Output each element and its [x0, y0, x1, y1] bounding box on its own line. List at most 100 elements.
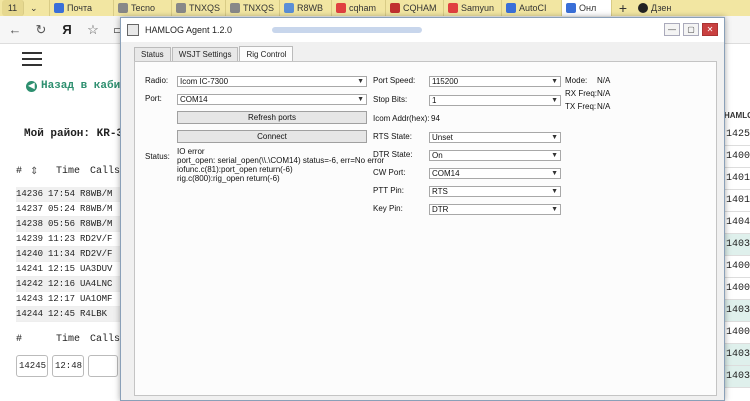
browser-tab-9[interactable]: Онл	[562, 0, 612, 16]
dropdown-arrow-icon: ▼	[551, 170, 558, 177]
new-tab-button[interactable]: +	[612, 0, 634, 16]
table-row[interactable]: 14244 12:45 R4LBK	[16, 307, 126, 322]
site-icon	[284, 3, 294, 13]
list-item[interactable]: 1400	[724, 322, 750, 344]
list-item[interactable]: 1400	[724, 256, 750, 278]
tx-freq-label: TX Freq:	[565, 102, 597, 111]
browser-tab-5[interactable]: cqham	[332, 0, 386, 16]
browser-tab-0[interactable]: Почта	[50, 0, 114, 16]
browser-tab-4[interactable]: R8WB	[280, 0, 332, 16]
browser-tab-bar: 11 ⌄ Почта Tecno TNXQS TNXQS R8WB cqham …	[0, 0, 750, 16]
list-item[interactable]: 1403	[724, 366, 750, 388]
site-icon	[230, 3, 240, 13]
connect-button[interactable]: Connect	[177, 130, 367, 143]
browser-tab-10[interactable]: Дзен	[634, 0, 678, 16]
list-item[interactable]: 1425	[724, 124, 750, 146]
ptt-pin-label: PTT Pin:	[373, 186, 404, 195]
qso-callsign-input[interactable]	[88, 355, 118, 377]
yandex-icon	[448, 3, 458, 13]
table-row[interactable]: 14237 05:24 R8WB/M	[16, 202, 126, 217]
table-row[interactable]: 14236 17:54 R8WB/M	[16, 187, 126, 202]
minimize-icon[interactable]: —	[664, 23, 680, 36]
refresh-ports-button[interactable]: Refresh ports	[177, 111, 367, 124]
right-log-column: HAMLOG 1425 1400 1401 1401 1404 1403 140…	[724, 106, 750, 388]
list-item[interactable]: 1403	[724, 234, 750, 256]
window-titlebar[interactable]: HAMLOG Agent 1.2.0 — ▢ ✕	[121, 18, 724, 42]
stop-bits-select[interactable]: 1 ▼	[429, 95, 561, 106]
table-row[interactable]: 14239 11:23 RD2V/F	[16, 232, 126, 247]
star-icon[interactable]: ☆	[82, 19, 104, 41]
mode-value: N/A	[597, 76, 611, 85]
maximize-icon[interactable]: ▢	[683, 23, 699, 36]
radio-select[interactable]: Icom IC-7300 ▼	[177, 76, 367, 87]
browser-tab-3[interactable]: TNXQS	[226, 0, 280, 16]
cw-port-select[interactable]: COM14 ▼	[429, 168, 561, 179]
hamburger-menu-icon[interactable]	[22, 48, 42, 70]
cw-port-label: CW Port:	[373, 168, 406, 177]
tab-status[interactable]: Status	[134, 47, 171, 61]
tab-wsjt-settings[interactable]: WSJT Settings	[171, 47, 239, 61]
browser-tab-7[interactable]: Samyun	[444, 0, 502, 16]
list-item[interactable]: 1401	[724, 168, 750, 190]
status-label: Status:	[145, 152, 170, 161]
table-row[interactable]: 14238 05:56 R8WB/M	[16, 217, 126, 232]
back-arrow-icon[interactable]: ←	[4, 19, 26, 41]
dtr-state-select[interactable]: On ▼	[429, 150, 561, 161]
yandex-logo-icon[interactable]: Я	[56, 19, 78, 41]
port-select[interactable]: COM14 ▼	[177, 94, 367, 105]
mode-label: Mode:	[565, 76, 588, 85]
qso-number-input[interactable]: 14245	[16, 355, 48, 377]
settings-tabs: Status WSJT Settings Rig Control	[134, 46, 294, 61]
sort-icon[interactable]: ⇕	[30, 166, 56, 178]
dropdown-arrow-icon: ▼	[551, 206, 558, 213]
list-item[interactable]: 1403	[724, 300, 750, 322]
tab-chevron[interactable]: ⌄	[26, 0, 50, 16]
rts-state-select[interactable]: Unset ▼	[429, 132, 561, 143]
blurred-subtitle	[272, 27, 423, 33]
table-row[interactable]: 14243 12:17 UA1OMF	[16, 292, 126, 307]
table-row[interactable]: 14240 11:34 RD2V/F	[16, 247, 126, 262]
ptt-pin-select[interactable]: RTS ▼	[429, 186, 561, 197]
icom-addr-input[interactable]: 94	[429, 114, 561, 125]
list-item[interactable]: 1403	[724, 344, 750, 366]
key-pin-label: Key Pin:	[373, 204, 403, 213]
list-item[interactable]: 1400	[724, 146, 750, 168]
dtr-state-label: DTR State:	[373, 150, 413, 159]
hamlog-agent-window: HAMLOG Agent 1.2.0 — ▢ ✕ Status WSJT Set…	[120, 17, 725, 401]
app-icon	[127, 24, 139, 36]
status-line-1: port_open: serial_open(\\.\COM14) status…	[177, 156, 385, 165]
browser-tab-6[interactable]: CQHAM	[386, 0, 444, 16]
list-item[interactable]: 1404	[724, 212, 750, 234]
browser-tab-8[interactable]: AutoCI	[502, 0, 562, 16]
mail-icon	[54, 3, 64, 13]
tx-freq-value: N/A	[597, 102, 611, 111]
dropdown-arrow-icon: ▼	[357, 96, 364, 103]
key-pin-select[interactable]: DTR ▼	[429, 204, 561, 215]
new-qso-header: # Time Callsi	[16, 334, 127, 345]
tab-rig-control[interactable]: Rig Control	[239, 46, 294, 61]
back-to-cabinet-link[interactable]: ◀ Назад в кабин	[26, 80, 127, 92]
table-row[interactable]: 14242 12:16 UA4LNC	[16, 277, 126, 292]
list-item[interactable]: 1400	[724, 278, 750, 300]
rts-state-label: RTS State:	[373, 132, 412, 141]
dropdown-arrow-icon: ▼	[551, 134, 558, 141]
dropdown-arrow-icon: ▼	[551, 78, 558, 85]
site-icon	[118, 3, 128, 13]
yandex-icon	[336, 3, 346, 13]
list-item[interactable]: 1401	[724, 190, 750, 212]
site-icon	[390, 3, 400, 13]
log-table-body: 14236 17:54 R8WB/M 14237 05:24 R8WB/M 14238 0…	[16, 187, 126, 322]
port-speed-select[interactable]: 115200 ▼	[429, 76, 561, 87]
browser-tab-2[interactable]: TNXQS	[172, 0, 226, 16]
browser-tab-1[interactable]: Tecno	[114, 0, 172, 16]
status-line-0: IO error	[177, 147, 205, 156]
table-row[interactable]: 14241 12:15 UA3DUV	[16, 262, 126, 277]
site-icon	[506, 3, 516, 13]
refresh-icon[interactable]: ↻	[30, 19, 52, 41]
qso-time-input[interactable]: 12:48	[52, 355, 84, 377]
dropdown-arrow-icon: ▼	[551, 97, 558, 104]
dropdown-arrow-icon: ▼	[551, 152, 558, 159]
tab-count-button[interactable]: 11	[2, 0, 24, 16]
tab-count-label: 11	[7, 3, 18, 13]
close-icon[interactable]: ✕	[702, 23, 718, 36]
